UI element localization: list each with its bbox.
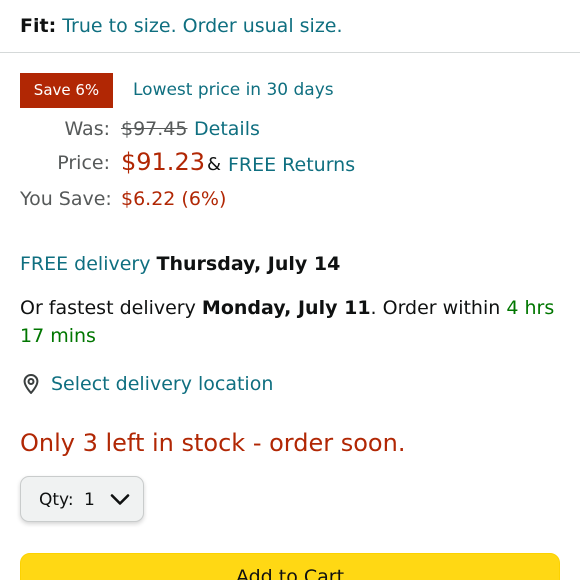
was-price: $97.45 <box>121 118 188 140</box>
stock-message: Only 3 left in stock - order soon. <box>20 429 406 457</box>
fit-label: Fit: <box>20 15 57 37</box>
location-pin-icon <box>23 374 39 394</box>
details-link[interactable]: Details <box>194 116 260 142</box>
chevron-down-icon <box>110 494 130 505</box>
quantity-dropdown[interactable]: Qty: 1 <box>20 476 144 522</box>
free-delivery-link[interactable]: FREE delivery <box>20 253 150 275</box>
fastest-prefix: Or fastest delivery <box>20 297 196 319</box>
free-delivery-date: Thursday, July 14 <box>156 253 341 275</box>
quantity-value: 1 <box>84 490 95 510</box>
quantity-label: Qty: <box>39 490 74 510</box>
select-location-row[interactable]: Select delivery location <box>20 369 273 399</box>
free-delivery-line: FREE delivery Thursday, July 14 <box>20 250 560 278</box>
fit-value-link[interactable]: True to size. Order usual size. <box>62 15 342 37</box>
fit-info: Fit: True to size. Order usual size. <box>20 12 343 40</box>
lowest-price-note[interactable]: Lowest price in 30 days <box>133 77 334 103</box>
deal-badge: Save 6% <box>20 73 113 108</box>
you-save-label: You Save: <box>20 188 112 210</box>
product-buy-box: Fit: True to size. Order usual size. Sav… <box>0 0 580 580</box>
current-price: $91.23 <box>121 148 205 176</box>
divider <box>0 52 580 53</box>
you-save-amount: $6.22 (6%) <box>121 188 227 210</box>
add-to-cart-button[interactable]: Add to Cart <box>20 553 560 580</box>
price-label: Price: <box>57 152 110 174</box>
fastest-delivery-line: Or fastest delivery Monday, July 11. Ord… <box>20 294 560 350</box>
fastest-delivery-date: Monday, July 11 <box>201 297 371 319</box>
was-label: Was: <box>64 118 110 140</box>
ampersand: & <box>207 154 222 175</box>
free-returns-link[interactable]: FREE Returns <box>228 152 355 178</box>
order-within-text: . Order within <box>370 297 501 319</box>
select-location-link[interactable]: Select delivery location <box>51 373 273 395</box>
